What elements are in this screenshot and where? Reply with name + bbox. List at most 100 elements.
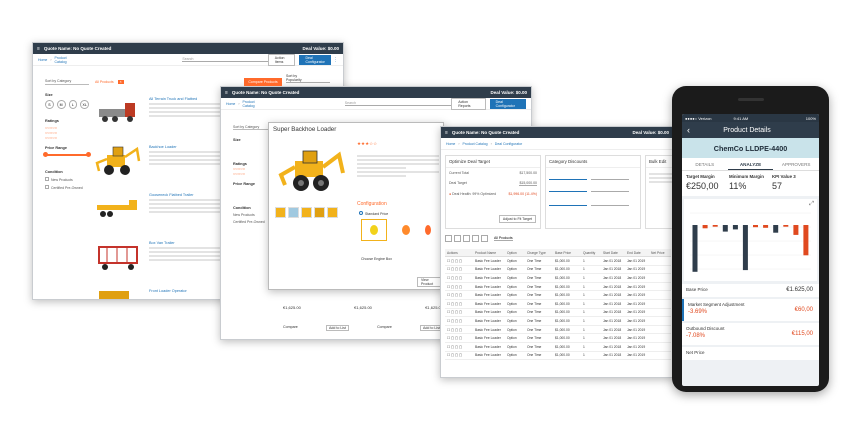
row-actions[interactable]: ☐ ▢ ▢ ▢ (445, 310, 475, 314)
discount-input[interactable] (591, 199, 629, 206)
thumbnail[interactable] (301, 207, 312, 218)
row-actions[interactable]: ☐ ▢ ▢ ▢ (445, 293, 475, 297)
slider-handle[interactable] (86, 152, 91, 157)
search-input[interactable]: Search (182, 57, 268, 62)
action-reports-button[interactable]: Action Reports (451, 97, 486, 110)
sort-select[interactable]: Sort by Category (45, 79, 89, 85)
row-actions[interactable]: ☐ ▢ ▢ ▢ (445, 353, 475, 357)
base-price-row[interactable]: Base Price €1.625,00 (682, 284, 819, 297)
rating-stars[interactable]: ○○○○○ ○○○○○ (233, 166, 273, 176)
toolbar-icon[interactable] (454, 235, 461, 242)
row-actions[interactable]: ☐ ▢ ▢ ▢ (445, 259, 475, 263)
row-actions[interactable]: ☐ ▢ ▢ ▢ (445, 319, 475, 323)
size-option[interactable]: S (45, 100, 54, 109)
table-row[interactable]: ☐ ▢ ▢ ▢ Basic Fee Loader Option One Time $1,… (445, 326, 671, 335)
discount-input[interactable] (591, 185, 629, 192)
outbound-discount-row[interactable]: Outbound Discount -7.08% €115,00 (682, 323, 819, 345)
discount-input[interactable] (591, 173, 629, 180)
row-actions[interactable]: ☐ ▢ ▢ ▢ (445, 285, 475, 289)
thumbnail[interactable] (275, 207, 286, 218)
compare-products-button[interactable]: Compare Products (244, 78, 282, 86)
expand-icon[interactable]: ⤢ (809, 201, 814, 208)
compare-checkbox[interactable]: Compare (377, 325, 392, 331)
deal-configurator-button[interactable]: Deal Configurator (489, 98, 526, 109)
column-header[interactable]: Product Name (475, 251, 507, 255)
option-card[interactable] (393, 219, 419, 241)
column-header[interactable]: Base Price (555, 251, 583, 255)
table-row[interactable]: ☐ ▢ ▢ ▢ Basic Fee Loader Option One Time $1,… (445, 309, 671, 318)
rating-stars[interactable]: ○○○○○ ○○○○○ ○○○○○ (45, 125, 89, 140)
checkbox[interactable] (45, 185, 49, 189)
crumb-product-catalog[interactable]: Product Catalog (243, 100, 265, 108)
tab-analyze[interactable]: ANALYZE (727, 158, 774, 170)
deal-configurator-button[interactable]: Deal Configurator (299, 54, 331, 65)
checkbox[interactable] (45, 177, 49, 181)
column-header[interactable]: Quantity (583, 251, 603, 255)
menu-icon[interactable]: ≡ (225, 90, 228, 96)
column-header[interactable]: End Date (627, 251, 651, 255)
table-row[interactable]: ☐ ▢ ▢ ▢ Basic Fee Loader Option One Time $1,… (445, 274, 671, 283)
condition-new[interactable]: New Products (45, 177, 89, 182)
thumbnail[interactable] (314, 207, 325, 218)
table-row[interactable]: ☐ ▢ ▢ ▢ Basic Fee Loader Option One Time $1,… (445, 283, 671, 292)
sort-by-select[interactable]: Sort by Popularity (286, 74, 330, 83)
table-row[interactable]: ☐ ▢ ▢ ▢ Basic Fee Loader Option One Time $1,… (445, 291, 671, 300)
all-products-select[interactable]: All Products (494, 236, 513, 241)
table-row[interactable]: ☐ ▢ ▢ ▢ Basic Fee Loader Option One Time $1,… (445, 257, 671, 266)
condition-cpo[interactable]: Certified Pre-Owned (45, 185, 89, 190)
tab-details[interactable]: DETAILS (682, 158, 728, 170)
crumb-home[interactable]: Home (38, 58, 47, 62)
row-actions[interactable]: ☐ ▢ ▢ ▢ (445, 276, 475, 280)
option-card[interactable] (425, 219, 435, 241)
table-row[interactable]: ☐ ▢ ▢ ▢ Basic Fee Loader Option One Time $1,… (445, 334, 671, 343)
toolbar-icon[interactable] (472, 235, 479, 242)
row-actions[interactable]: ☐ ▢ ▢ ▢ (445, 336, 475, 340)
menu-icon[interactable]: ≡ (37, 46, 40, 52)
column-header[interactable]: Start Date (603, 251, 627, 255)
table-row[interactable]: ☐ ▢ ▢ ▢ Basic Fee Loader Option One Time $1,… (445, 343, 671, 352)
toolbar-icon[interactable] (445, 235, 452, 242)
column-header[interactable]: Option (507, 251, 527, 255)
deal-target-value[interactable]: $15,000.00 (519, 181, 537, 186)
standard-price-radio[interactable]: Standard Price (359, 211, 388, 216)
condition-cpo[interactable]: Certified Pre-Owned (233, 220, 273, 224)
crumb-product-catalog[interactable]: Product Catalog (463, 142, 488, 146)
close-icon[interactable]: × (117, 80, 124, 84)
row-actions[interactable]: ☐ ▢ ▢ ▢ (445, 267, 475, 271)
row-actions[interactable]: ☐ ▢ ▢ ▢ (445, 328, 475, 332)
price-slider[interactable] (43, 152, 91, 157)
thumbnail[interactable] (327, 207, 338, 218)
action-items-button[interactable]: Action Items (267, 53, 296, 66)
size-option[interactable]: XL (80, 100, 89, 109)
sort-select[interactable]: Sort by Category (233, 125, 273, 130)
table-row[interactable]: ☐ ▢ ▢ ▢ Basic Fee Loader Option One Time $1,… (445, 352, 671, 361)
size-option[interactable]: L (68, 100, 78, 109)
table-row[interactable]: ☐ ▢ ▢ ▢ Basic Fee Loader Option One Time $1,… (445, 266, 671, 275)
menu-icon[interactable]: ≡ (445, 130, 448, 136)
size-option[interactable]: M (56, 100, 66, 109)
toolbar-icon[interactable] (463, 235, 470, 242)
condition-new[interactable]: New Products (233, 213, 273, 217)
adjust-to-fit-button[interactable]: Adjust to Fit Target (498, 215, 536, 223)
slider-handle[interactable] (43, 152, 48, 157)
option-card[interactable] (361, 219, 387, 241)
crumb-product-catalog[interactable]: Product Catalog (55, 56, 73, 64)
thumbnail[interactable] (288, 207, 299, 218)
more-icon[interactable]: ⋮ (333, 57, 338, 63)
product-select[interactable] (549, 173, 587, 180)
table-row[interactable]: ☐ ▢ ▢ ▢ Basic Fee Loader Option One Time $1,… (445, 300, 671, 309)
search-input[interactable]: Search (344, 101, 452, 106)
row-actions[interactable]: ☐ ▢ ▢ ▢ (445, 302, 475, 306)
product-select[interactable] (549, 185, 587, 192)
product-select[interactable] (549, 199, 587, 206)
column-header[interactable]: Net Price (651, 251, 671, 255)
tab-approvers[interactable]: APPROVERS (773, 158, 819, 170)
toolbar-icon[interactable] (481, 235, 488, 242)
column-header[interactable]: Actions (445, 251, 475, 255)
market-adjustment-row[interactable]: Market Segment Adjustment -3.69% €60,00 (682, 299, 819, 321)
compare-checkbox[interactable]: Compare (283, 325, 298, 331)
net-price-row[interactable]: Net Price (682, 347, 819, 360)
column-header[interactable]: Charge Type (527, 251, 555, 255)
crumb-home[interactable]: Home (446, 142, 455, 146)
crumb-home[interactable]: Home (226, 102, 235, 106)
